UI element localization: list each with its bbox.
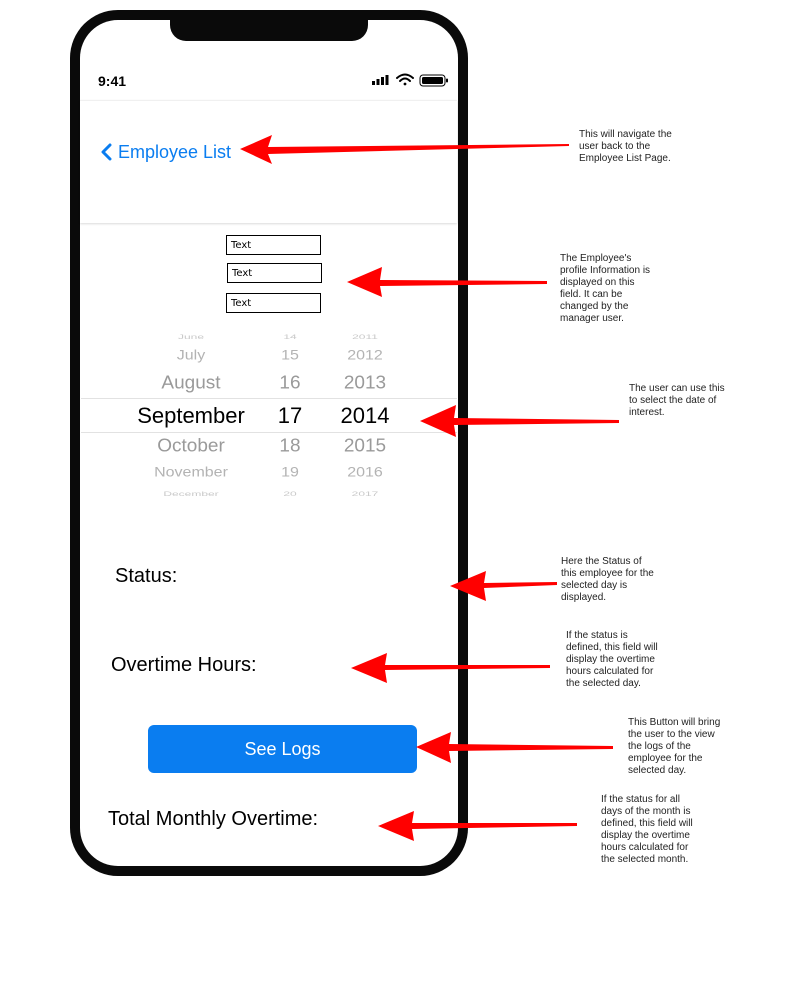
- annotation-back: This will navigate the user back to the …: [579, 129, 672, 164]
- arrow-icon: [347, 267, 547, 297]
- annotation-status: Here the Status of this employee for the…: [561, 556, 654, 603]
- annotation-date: The user can use this to select the date…: [629, 383, 725, 418]
- annotation-overtime: If the status is defined, this field wil…: [566, 630, 658, 689]
- arrow-icon: [378, 811, 577, 841]
- arrow-icon: [240, 135, 569, 164]
- arrow-icon: [420, 405, 619, 437]
- arrow-icon: [450, 571, 557, 601]
- arrow-icon: [416, 732, 613, 763]
- annotation-logs: This Button will bring the user to the v…: [628, 717, 721, 776]
- annotation-monthly: If the status for all days of the month …: [601, 794, 693, 865]
- annotation-profile: The Employee's profile Information is di…: [560, 253, 651, 324]
- arrow-icon: [351, 653, 550, 683]
